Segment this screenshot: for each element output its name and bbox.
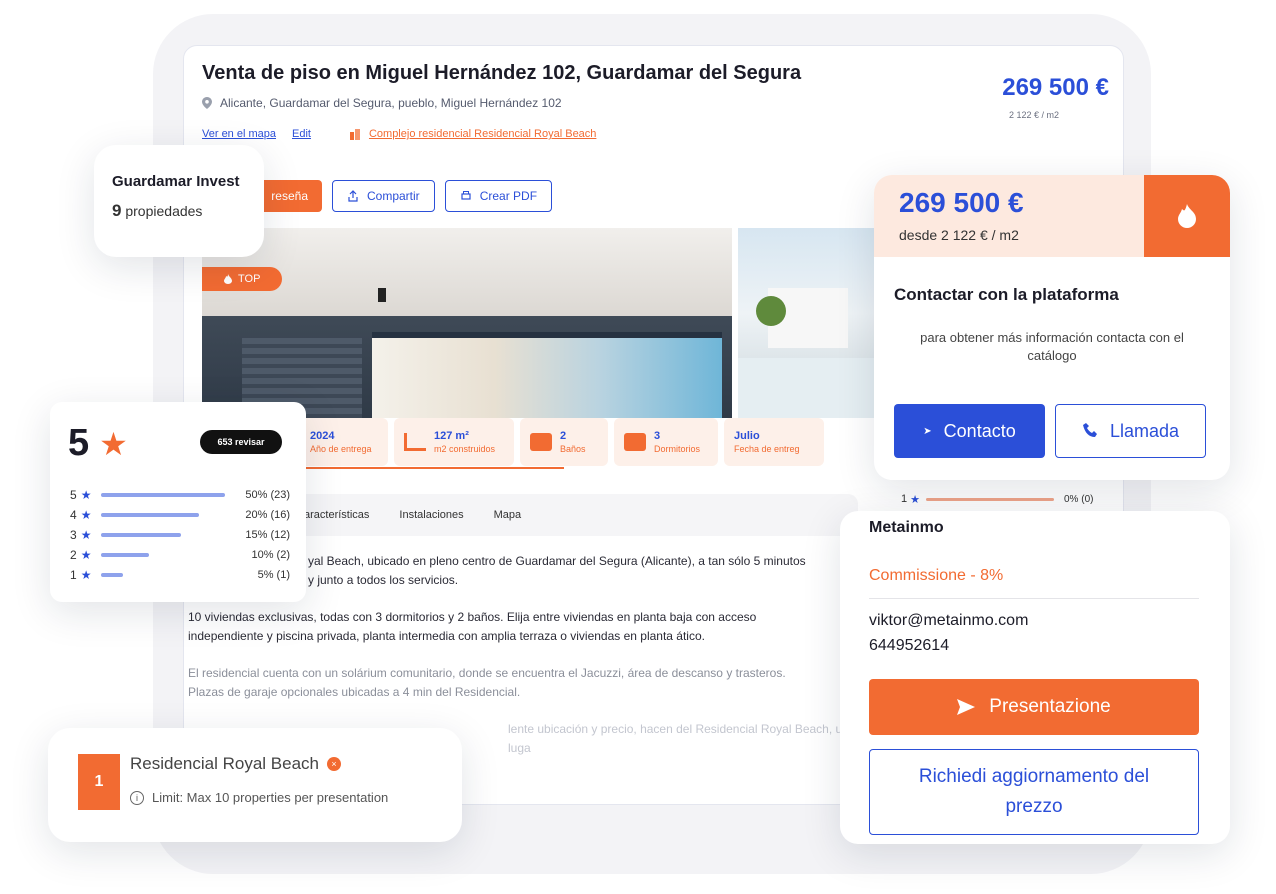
building-icon: [349, 129, 360, 140]
contact-title: Contactar con la plataforma: [894, 285, 1119, 304]
contact-price: 269 500 €: [899, 187, 1024, 218]
ceiling-lamp: [378, 288, 386, 302]
phone-icon: [1082, 423, 1097, 437]
rating-bar: [100, 513, 199, 517]
hot-badge: [1144, 175, 1230, 257]
feature-delivery-date: Julio Fecha de entreg: [724, 418, 824, 466]
rating-card: 5 ★ 653 revisar 5 ★ 50% (23) 4 ★ 20% (16) …: [50, 402, 306, 602]
send-icon: [957, 699, 976, 715]
contact-price-per-m2: desde 2 122 € / m2: [899, 227, 1019, 243]
agency-commission: Commissione - 8%: [869, 567, 1004, 584]
presentation-limit: i Limit: Max 10 properties per presentat…: [130, 790, 388, 805]
tab-features[interactable]: aracterísticas: [304, 509, 369, 521]
rating-row-peek: 1 ★ 0% (0): [901, 493, 1094, 506]
address-text: Alicante, Guardamar del Segura, pueblo, …: [220, 96, 562, 110]
contact-card: 269 500 € desde 2 122 € / m2 Contactar c…: [874, 175, 1230, 480]
rating-row: 5 ★ 50% (23): [70, 488, 290, 502]
pdf-button-label: Crear PDF: [479, 189, 538, 203]
agency-card: Metainmo Commissione - 8% viktor@metainm…: [840, 511, 1230, 844]
complex-link[interactable]: Complejo residencial Residencial Royal B…: [349, 128, 596, 140]
presentation-item-card: 1 Residencial Royal Beach × i Limit: Max…: [48, 728, 462, 842]
contact-button[interactable]: ➤ Contacto: [894, 404, 1045, 458]
star-icon: ★: [80, 528, 92, 542]
share-button-label: Compartir: [367, 189, 420, 203]
feature-built-area: 127 m² m2 construidos: [394, 418, 514, 466]
rating-row: 3 ★ 15% (12): [70, 528, 290, 542]
printer-icon: [461, 191, 471, 200]
divider: [869, 598, 1199, 599]
rating-bar: [100, 493, 225, 497]
arrow-right-icon: ➤: [923, 425, 932, 437]
property-photo-main[interactable]: [202, 228, 732, 418]
feature-bathrooms: 2 Baños: [520, 418, 608, 466]
tab-facilities[interactable]: Instalaciones: [399, 509, 463, 521]
request-price-update-button[interactable]: Richiedi aggiornamento del prezzo: [869, 749, 1199, 835]
rating-bar: [100, 553, 149, 557]
review-button-label: reseña: [271, 189, 308, 203]
rating-bar: [100, 573, 123, 577]
star-icon: ★: [910, 493, 920, 506]
top-badge-label: TOP: [238, 273, 261, 285]
rating-bar: [926, 497, 1054, 501]
rating-row: 1 ★ 5% (1): [70, 568, 290, 582]
fire-icon: [224, 274, 232, 284]
share-icon: [348, 190, 358, 202]
features-row: 2024 Año de entrega 127 m² m2 construidos …: [202, 418, 902, 468]
pdf-button[interactable]: Crear PDF: [444, 180, 553, 212]
features-underline: [284, 467, 564, 469]
presentation-button[interactable]: Presentazione: [869, 679, 1199, 735]
star-icon: ★: [80, 568, 92, 582]
item-number-badge: 1: [78, 754, 120, 810]
agency-invest-card[interactable]: Guardamar Invest 9 propiedades: [94, 145, 264, 257]
top-badge: TOP: [202, 267, 282, 291]
edit-link[interactable]: Edit: [292, 128, 311, 140]
complex-link-label: Complejo residencial Residencial Royal B…: [368, 128, 597, 140]
share-button[interactable]: Compartir: [332, 180, 435, 212]
fire-icon: [1178, 204, 1196, 228]
rating-bar: [100, 533, 181, 537]
bed-icon: [624, 433, 646, 451]
agency-phone: 644952614: [869, 637, 950, 654]
listing-title: Venta de piso en Miguel Hernández 102, G…: [202, 62, 802, 84]
star-icon: ★: [99, 425, 128, 462]
listing-price-per-m2: 2 122 € / m2: [1008, 110, 1059, 120]
remove-icon[interactable]: ×: [327, 757, 341, 771]
agency-name: Metainmo: [869, 519, 944, 536]
agency-email: viktor@metainmo.com: [869, 612, 1029, 629]
reviews-count-badge[interactable]: 653 revisar: [200, 430, 282, 454]
rating-score: 5 ★: [68, 422, 128, 464]
property-photo-secondary[interactable]: [738, 228, 878, 418]
description-p2b: independiente y piscina privada, planta …: [188, 629, 705, 643]
details-tabs: aracterísticas Instalaciones Mapa: [294, 494, 858, 536]
description-p3a: El residencial cuenta con un solárium co…: [188, 666, 786, 680]
invest-count: 9 propiedades: [112, 201, 203, 220]
description-p2a: 10 viviendas exclusivas, todas con 3 dor…: [188, 610, 757, 624]
rating-row: 4 ★ 20% (16): [70, 508, 290, 522]
contact-price-header: 269 500 € desde 2 122 € / m2: [874, 175, 1144, 257]
map-link[interactable]: Ver en el mapa: [202, 128, 276, 140]
star-icon: ★: [80, 548, 92, 562]
invest-name: Guardamar Invest: [112, 173, 240, 190]
info-icon: i: [130, 790, 144, 805]
location-pin-icon: [202, 97, 212, 109]
tab-map[interactable]: Mapa: [494, 509, 522, 521]
description-p3b: Plazas de garaje opcionales ubicadas a 4…: [188, 685, 521, 699]
sliding-window: [372, 332, 722, 418]
residencial-name: Residencial Royal Beach ×: [130, 754, 341, 774]
star-icon: ★: [80, 488, 92, 502]
contact-subtitle: para obtener más información contacta co…: [920, 330, 1184, 363]
feature-bedrooms: 3 Dormitorios: [614, 418, 718, 466]
listing-price: 269 500 €: [1002, 74, 1109, 101]
bath-icon: [530, 433, 552, 451]
star-icon: ★: [80, 508, 92, 522]
rating-row: 2 ★ 10% (2): [70, 548, 290, 562]
area-icon: [404, 433, 426, 451]
listing-links: Ver en el mapa Edit Complejo residencial…: [202, 128, 596, 140]
call-button[interactable]: Llamada: [1055, 404, 1206, 458]
listing-address: Alicante, Guardamar del Segura, pueblo, …: [202, 96, 562, 110]
